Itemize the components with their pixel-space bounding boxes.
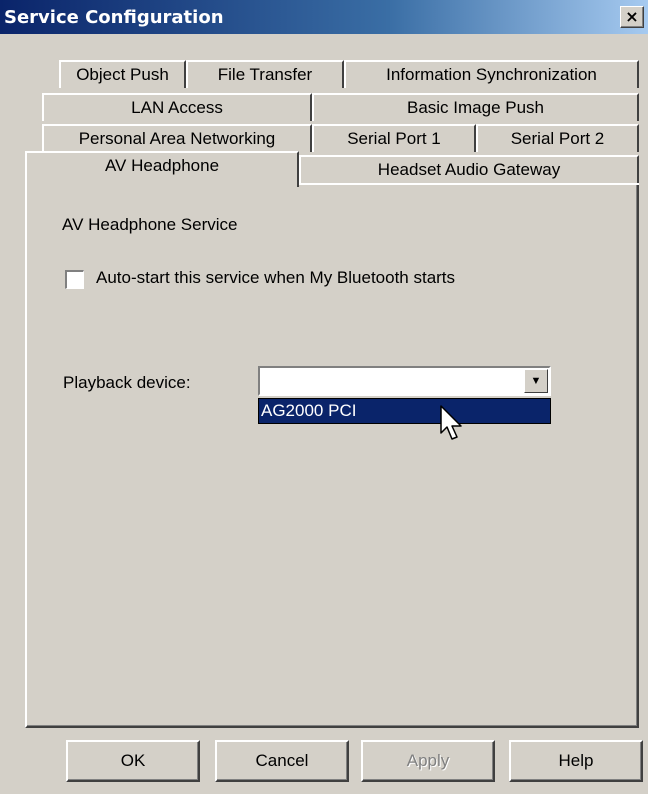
ok-label: OK	[120, 751, 146, 770]
playback-device-label: Playback device:	[63, 373, 191, 392]
service-title: AV Headphone Service	[62, 215, 238, 234]
tab-label: LAN Access	[131, 98, 223, 117]
tab-label: Headset Audio Gateway	[377, 160, 561, 179]
window-title: Service Configuration	[4, 7, 224, 28]
cancel-button[interactable]: Cancel	[215, 740, 349, 782]
playback-device-dropdown: AG2000 PCI	[258, 398, 551, 424]
tab-label: Information Synchronization	[386, 65, 597, 84]
close-button[interactable]: ×	[620, 6, 644, 28]
autostart-checkbox[interactable]	[65, 270, 84, 289]
tab-label: Object Push	[76, 65, 169, 84]
mouse-pointer-icon	[440, 405, 462, 440]
tab-label: File Transfer	[217, 65, 313, 84]
tab-label: Serial Port 2	[510, 129, 605, 148]
playback-device-select[interactable]: ▼	[258, 366, 551, 396]
apply-button[interactable]: Apply	[361, 740, 495, 782]
tab-av-headphone[interactable]: AV Headphone	[25, 151, 299, 187]
dropdown-option-ag2000-pci[interactable]: AG2000 PCI	[259, 399, 550, 423]
tab-label: Basic Image Push	[406, 98, 544, 117]
panel-top-edge	[299, 183, 639, 185]
title-bar: Service Configuration ×	[0, 0, 648, 34]
help-button[interactable]: Help	[509, 740, 643, 782]
chevron-down-icon: ▼	[530, 375, 542, 387]
tab-panel-av-headphone	[25, 183, 639, 728]
tab-information-synchronization[interactable]: Information Synchronization	[344, 60, 639, 88]
tab-headset-audio-gateway[interactable]: Headset Audio Gateway	[299, 155, 639, 183]
tab-lan-access[interactable]: LAN Access	[42, 93, 312, 121]
apply-label: Apply	[406, 751, 450, 770]
help-label: Help	[558, 751, 594, 770]
tab-serial-port-2[interactable]: Serial Port 2	[476, 124, 639, 152]
tab-label: Personal Area Networking	[78, 129, 276, 148]
autostart-label[interactable]: Auto-start this service when My Bluetoot…	[96, 268, 455, 288]
tab-basic-image-push[interactable]: Basic Image Push	[312, 93, 639, 121]
tab-file-transfer[interactable]: File Transfer	[186, 60, 344, 88]
tab-object-push[interactable]: Object Push	[59, 60, 186, 88]
tab-label: Serial Port 1	[347, 129, 441, 148]
tab-serial-port-1[interactable]: Serial Port 1	[312, 124, 476, 152]
tab-personal-area-networking[interactable]: Personal Area Networking	[42, 124, 312, 152]
cancel-label: Cancel	[255, 751, 309, 770]
ok-button[interactable]: OK	[66, 740, 200, 782]
tab-label: AV Headphone	[104, 156, 220, 175]
close-icon: ×	[625, 7, 639, 26]
dropdown-button[interactable]: ▼	[524, 369, 548, 393]
